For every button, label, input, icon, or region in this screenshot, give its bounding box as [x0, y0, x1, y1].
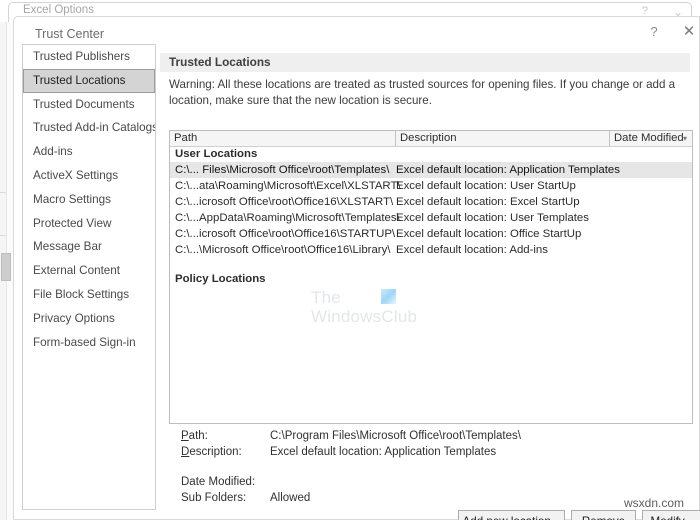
row-path: C:\... Files\Microsoft Office\root\Templ…: [175, 164, 390, 176]
main-panel: Trusted Locations Warning: All these loc…: [160, 44, 700, 520]
row-description: Excel default location: Add-ins: [396, 244, 548, 256]
table-row[interactable]: C:\...AppData\Roaming\Microsoft\Template…: [170, 210, 692, 226]
modify-button-accel: M: [651, 515, 661, 520]
page-scrollbar-thumb[interactable]: [1, 253, 11, 281]
sidebar-item-trusted-documents[interactable]: Trusted Documents: [23, 93, 155, 117]
detail-sub-folders-value: Allowed: [270, 491, 311, 504]
row-path: C:\...icrosoft Office\root\Office16\XLST…: [175, 196, 394, 208]
trust-center-dialog: Trust Center ? ✕ Trusted Publishers Trus…: [13, 16, 700, 520]
detail-description-value: Excel default location: Application Temp…: [270, 445, 497, 458]
sidebar-item-file-block-settings[interactable]: File Block Settings: [23, 283, 155, 307]
detail-description-label-rest: escription:: [189, 445, 242, 458]
sidebar-item-trusted-add-in-catalogs[interactable]: Trusted Add-in Catalogs: [23, 116, 155, 140]
sidebar-item-activex-settings[interactable]: ActiveX Settings: [23, 164, 155, 188]
section-header: Trusted Locations: [160, 53, 690, 72]
row-description: Excel default location: Office StartUp: [396, 228, 582, 240]
detail-path-label: Path:: [181, 430, 208, 442]
detail-description-row: Description: Excel default location: App…: [169, 446, 693, 462]
modify-button-label: odify...: [660, 515, 693, 520]
row-path: C:\...icrosoft Office\root\Office16\STAR…: [175, 228, 396, 240]
remove-button[interactable]: Remove: [571, 510, 636, 520]
detail-sub-folders-row: Sub Folders: Allowed: [169, 492, 693, 508]
table-row[interactable]: C:\...\Microsoft Office\root\Office16\Li…: [170, 242, 692, 258]
category-sidebar[interactable]: Trusted Publishers Trusted Locations Tru…: [22, 44, 156, 510]
action-buttons: Add new location... Remove Modify...: [169, 510, 700, 520]
detail-date-modified-row: Date Modified:: [169, 476, 693, 492]
detail-description-label: Description:: [181, 446, 242, 458]
row-description: Excel default location: Application Temp…: [396, 164, 620, 176]
warning-text: Warning: All these locations are treated…: [169, 78, 676, 107]
column-header-path[interactable]: Path: [170, 131, 396, 146]
row-path: C:\...\Microsoft Office\root\Office16\Li…: [175, 244, 391, 256]
close-icon[interactable]: ✕: [679, 24, 699, 39]
detail-sub-folders-label: Sub Folders:: [181, 491, 247, 504]
sort-descending-icon: ▾: [682, 134, 687, 143]
column-header-date-modified[interactable]: Date Modified ▾: [610, 131, 692, 146]
table-row[interactable]: C:\...icrosoft Office\root\Office16\XLST…: [170, 194, 692, 210]
table-row[interactable]: C:\...ata\Roaming\Microsoft\Excel\XLSTAR…: [170, 178, 692, 194]
add-button-label: dd new location...: [470, 515, 560, 520]
wsxdn-watermark: wsxdn.com: [624, 496, 685, 510]
list-group-policy-locations: Policy Locations: [175, 273, 266, 285]
detail-path-value: C:\Program Files\Microsoft Office\root\T…: [270, 430, 521, 442]
trusted-locations-list[interactable]: Path Description Date Modified ▾ User Lo…: [169, 130, 693, 424]
sidebar-item-external-content[interactable]: External Content: [23, 259, 155, 283]
row-description: Excel default location: User StartUp: [396, 180, 576, 192]
detail-date-modified-label: Date Modified:: [181, 476, 256, 488]
remove-button-label: emove: [590, 515, 625, 520]
sidebar-item-form-based-sign-in[interactable]: Form-based Sign-in: [23, 331, 155, 355]
row-path: C:\...ata\Roaming\Microsoft\Excel\XLSTAR…: [175, 180, 401, 192]
table-row[interactable]: C:\...icrosoft Office\root\Office16\STAR…: [170, 226, 692, 242]
sidebar-item-add-ins[interactable]: Add-ins: [23, 140, 155, 164]
row-path: C:\...AppData\Roaming\Microsoft\Template…: [175, 212, 400, 224]
excel-options-title: Excel Options: [23, 4, 94, 16]
detail-path-label-rest: ath:: [188, 430, 208, 442]
sidebar-item-trusted-locations[interactable]: Trusted Locations: [23, 68, 155, 93]
location-details: Path: C:\Program Files\Microsoft Office\…: [169, 430, 693, 507]
help-icon[interactable]: ?: [644, 25, 664, 39]
modify-button[interactable]: Modify...: [642, 510, 700, 520]
row-description: Excel default location: User Templates: [396, 212, 589, 224]
column-header-date-modified-label: Date Modified: [614, 132, 684, 144]
list-column-headers: Path Description Date Modified ▾: [170, 131, 692, 147]
row-description: Excel default location: Excel StartUp: [396, 196, 580, 208]
detail-path-row: Path: C:\Program Files\Microsoft Office\…: [169, 430, 693, 446]
add-new-location-button[interactable]: Add new location...: [458, 510, 565, 520]
sidebar-item-privacy-options[interactable]: Privacy Options: [23, 307, 155, 331]
sidebar-item-protected-view[interactable]: Protected View: [23, 212, 155, 236]
table-row[interactable]: C:\... Files\Microsoft Office\root\Templ…: [170, 162, 692, 178]
detail-path-accel: P: [181, 430, 189, 442]
list-group-user-locations: User Locations: [175, 148, 258, 160]
sidebar-item-trusted-publishers[interactable]: Trusted Publishers: [23, 45, 155, 69]
dialog-title: Trust Center: [35, 27, 105, 41]
screenshot-root: Excel Options ? ⌄ Trust Center ? ✕ Trust…: [0, 0, 700, 520]
section-title: Trusted Locations: [169, 55, 271, 69]
sidebar-item-macro-settings[interactable]: Macro Settings: [23, 188, 155, 212]
sidebar-item-message-bar[interactable]: Message Bar: [23, 235, 155, 259]
detail-gap: [169, 461, 693, 476]
column-header-description[interactable]: Description: [396, 131, 610, 146]
